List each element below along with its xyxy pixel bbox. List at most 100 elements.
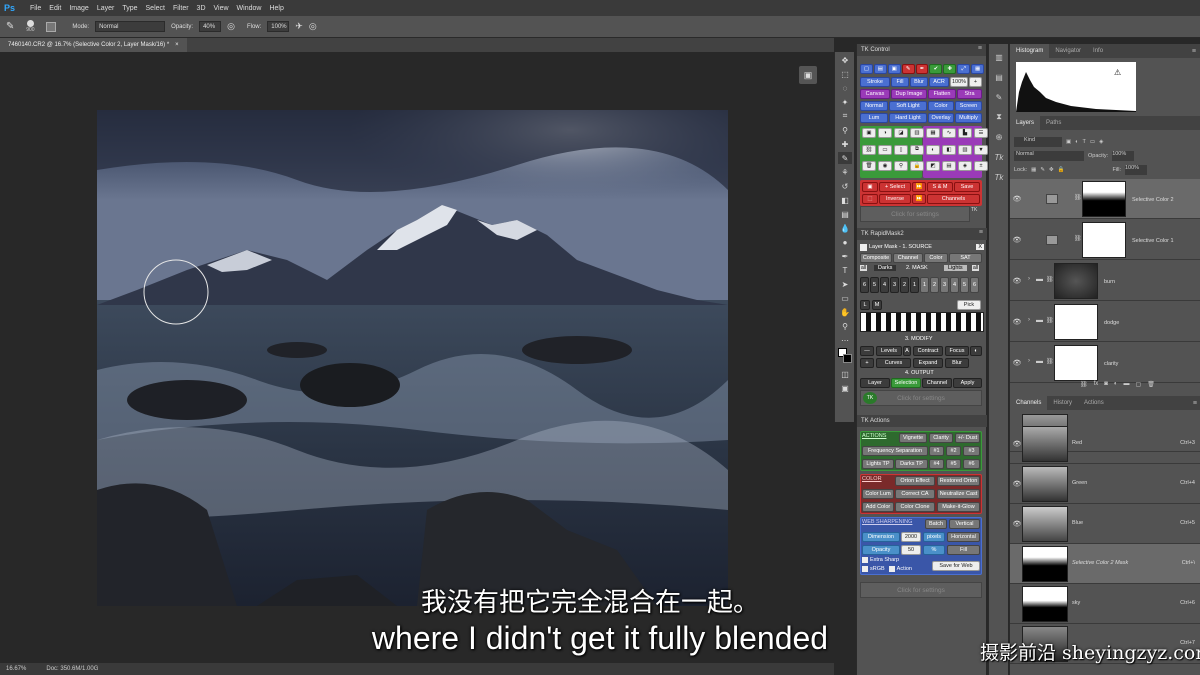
bw-icon[interactable]: ◧ — [942, 144, 956, 155]
tab-info[interactable]: Info — [1087, 44, 1109, 58]
blur-button[interactable]: Blur — [910, 77, 928, 87]
move-tool-icon[interactable]: ✥ — [838, 54, 852, 66]
close-tab-icon[interactable]: × — [175, 42, 179, 48]
menu-type[interactable]: Type — [118, 5, 141, 12]
filter-smart-icon[interactable]: ◈ — [1099, 139, 1103, 145]
darks-tp-button[interactable]: Darks TP — [895, 459, 928, 469]
gradient-tool-icon[interactable]: ▤ — [838, 208, 852, 220]
layer-row[interactable]: 👁 › ▬ ⛓ dodge — [1010, 302, 1200, 342]
channel-row[interactable]: 👁 Blue Ctrl+5 — [1010, 504, 1200, 544]
search-icon[interactable]: ⚲ — [894, 161, 908, 172]
link-chain-icon[interactable]: ⛓ — [1074, 194, 1082, 201]
lock-all-icon[interactable]: 🔒 — [1058, 167, 1065, 173]
menu-3d[interactable]: 3D — [193, 5, 210, 12]
batch-button[interactable]: Batch — [925, 519, 947, 529]
tp-5-button[interactable]: #5 — [946, 459, 961, 469]
brush-preset-picker[interactable]: 900 — [20, 20, 40, 33]
swirl-icon[interactable]: ֍ — [992, 130, 1006, 144]
close-icon[interactable]: X — [976, 244, 984, 250]
tk-control-click-settings[interactable]: Click for settings — [860, 206, 970, 222]
menu-edit[interactable]: Edit — [45, 5, 65, 12]
layer-row[interactable]: 👁 › ▬ ⛓ burn — [1010, 261, 1200, 301]
rapidmask-click-settings[interactable]: TK Click for settings — [860, 390, 982, 406]
zoom-level[interactable]: 16.67% — [6, 666, 26, 672]
sliders-icon[interactable]: ☰ — [974, 128, 988, 138]
camera-icon[interactable]: ◉ — [878, 161, 892, 172]
color-clone-button[interactable]: Color Clone — [895, 502, 935, 512]
mask-light-3[interactable]: 3 — [940, 277, 949, 293]
brush-panel-icon[interactable] — [46, 21, 57, 32]
link-chain-icon[interactable]: ⛓ — [1074, 235, 1082, 242]
vignette-button[interactable]: Vignette — [899, 433, 927, 443]
filter-adjust-icon[interactable]: ◐ — [1075, 139, 1078, 145]
check-icon[interactable]: ✔ — [929, 64, 943, 74]
correct-ca-button[interactable]: Correct CA — [895, 489, 935, 499]
save-selection-button[interactable]: Save — [954, 182, 980, 192]
menu-file[interactable]: File — [26, 5, 45, 12]
mask-dark-4[interactable]: 4 — [880, 277, 889, 293]
channel-source-button[interactable]: Channel — [893, 253, 923, 263]
all-icon[interactable]: all — [860, 265, 868, 271]
flatten-button[interactable]: Flatten — [928, 89, 956, 99]
menu-window[interactable]: Window — [233, 5, 266, 12]
dup-image-button[interactable]: Dup Image — [891, 89, 927, 99]
shape-tool-icon[interactable]: ▭ — [838, 292, 852, 304]
tab-channels[interactable]: Channels — [1010, 396, 1048, 410]
pressure-size-icon[interactable]: ◎ — [309, 21, 317, 32]
photo-filter-icon[interactable]: ▧ — [958, 144, 972, 155]
open-icon[interactable]: ▤ — [873, 64, 887, 74]
lock-paint-icon[interactable]: ✎ — [1040, 167, 1045, 173]
mask-dark-1[interactable]: 1 — [910, 277, 919, 293]
save-for-web-button[interactable]: Save for Web — [932, 561, 980, 571]
delete-layer-icon[interactable]: 🗑 — [1147, 381, 1155, 391]
mask-light-4[interactable]: 4 — [950, 277, 959, 293]
menu-layer[interactable]: Layer — [93, 5, 119, 12]
channel-row[interactable]: sky Ctrl+6 — [1010, 584, 1200, 624]
mask-dark-2[interactable]: 2 — [900, 277, 909, 293]
layer-name[interactable]: Selective Color 2 — [1132, 197, 1174, 203]
all-lights-icon[interactable]: all — [972, 265, 980, 271]
layer-mask-thumbnail[interactable] — [1054, 345, 1098, 381]
mask-light-6[interactable]: 6 — [970, 277, 979, 293]
layer-row[interactable]: 👁 ⛓ Selective Color 1 — [1010, 220, 1200, 260]
layer-row[interactable]: 👁 › ▬ ⛓ clarity — [1010, 343, 1200, 383]
sat-button[interactable]: SAT — [949, 253, 982, 263]
screen-button[interactable]: Screen — [955, 101, 982, 111]
neutralize-cast-button[interactable]: Neutralize Cast — [937, 489, 980, 499]
lasso-tool-icon[interactable]: ◌ — [838, 82, 852, 94]
visibility-eye-icon[interactable]: 👁 — [1010, 195, 1024, 203]
brush-tool-icon[interactable]: ✎ — [838, 152, 852, 164]
opacity-field[interactable]: 40% — [199, 21, 222, 32]
hard-light-button[interactable]: Hard Light — [889, 113, 927, 123]
dust-button[interactable]: +/- Dust — [955, 433, 980, 443]
airbrush-icon[interactable]: ✈ — [295, 21, 303, 32]
layer-mask-thumbnail[interactable] — [1082, 181, 1126, 217]
channels-button[interactable]: Channels — [927, 194, 980, 204]
layer-mask-thumbnail[interactable] — [1054, 263, 1098, 299]
flow-field[interactable]: 100% — [267, 21, 290, 32]
levels-icon[interactable]: ▦ — [926, 128, 940, 138]
new-doc-icon[interactable]: ▢ — [860, 64, 873, 74]
select-mask-button[interactable]: S & M — [927, 182, 953, 192]
blur-tool-icon[interactable]: 💧 — [838, 222, 852, 234]
eraser-tool-icon[interactable]: ◧ — [838, 194, 852, 206]
expand-button[interactable]: Expand — [913, 358, 943, 368]
overlay-button[interactable]: Overlay — [928, 113, 954, 123]
pick-button[interactable]: Pick — [957, 300, 981, 310]
filter-pixel-icon[interactable]: ▣ — [1066, 139, 1071, 145]
histogram-icon[interactable]: ▙ — [958, 128, 972, 138]
add-mask-icon[interactable]: ◙ — [1104, 381, 1108, 391]
layer-row[interactable]: 👁 ⛓ Selective Color 2 — [1010, 179, 1200, 219]
freq-2-button[interactable]: #2 — [946, 446, 961, 456]
copy-icon[interactable]: ⧉ — [910, 144, 924, 155]
gradient-map-icon[interactable]: ▤ — [942, 161, 956, 172]
tp-4-button[interactable]: #4 — [929, 459, 944, 469]
selective-color-icon[interactable]: ◈ — [958, 161, 972, 172]
color-lum-button[interactable]: Color Lum — [862, 489, 894, 499]
lock-icon[interactable]: 🔒 — [910, 161, 924, 172]
more-tools-icon[interactable]: ⋯ — [838, 334, 852, 346]
contrast-icon[interactable]: ◐ — [970, 346, 982, 356]
canvas-corner-icon[interactable]: ▣ — [799, 66, 817, 84]
folder-icon[interactable]: ▭ — [878, 144, 892, 155]
new-adjustment-icon[interactable]: ◐ — [1114, 381, 1118, 391]
